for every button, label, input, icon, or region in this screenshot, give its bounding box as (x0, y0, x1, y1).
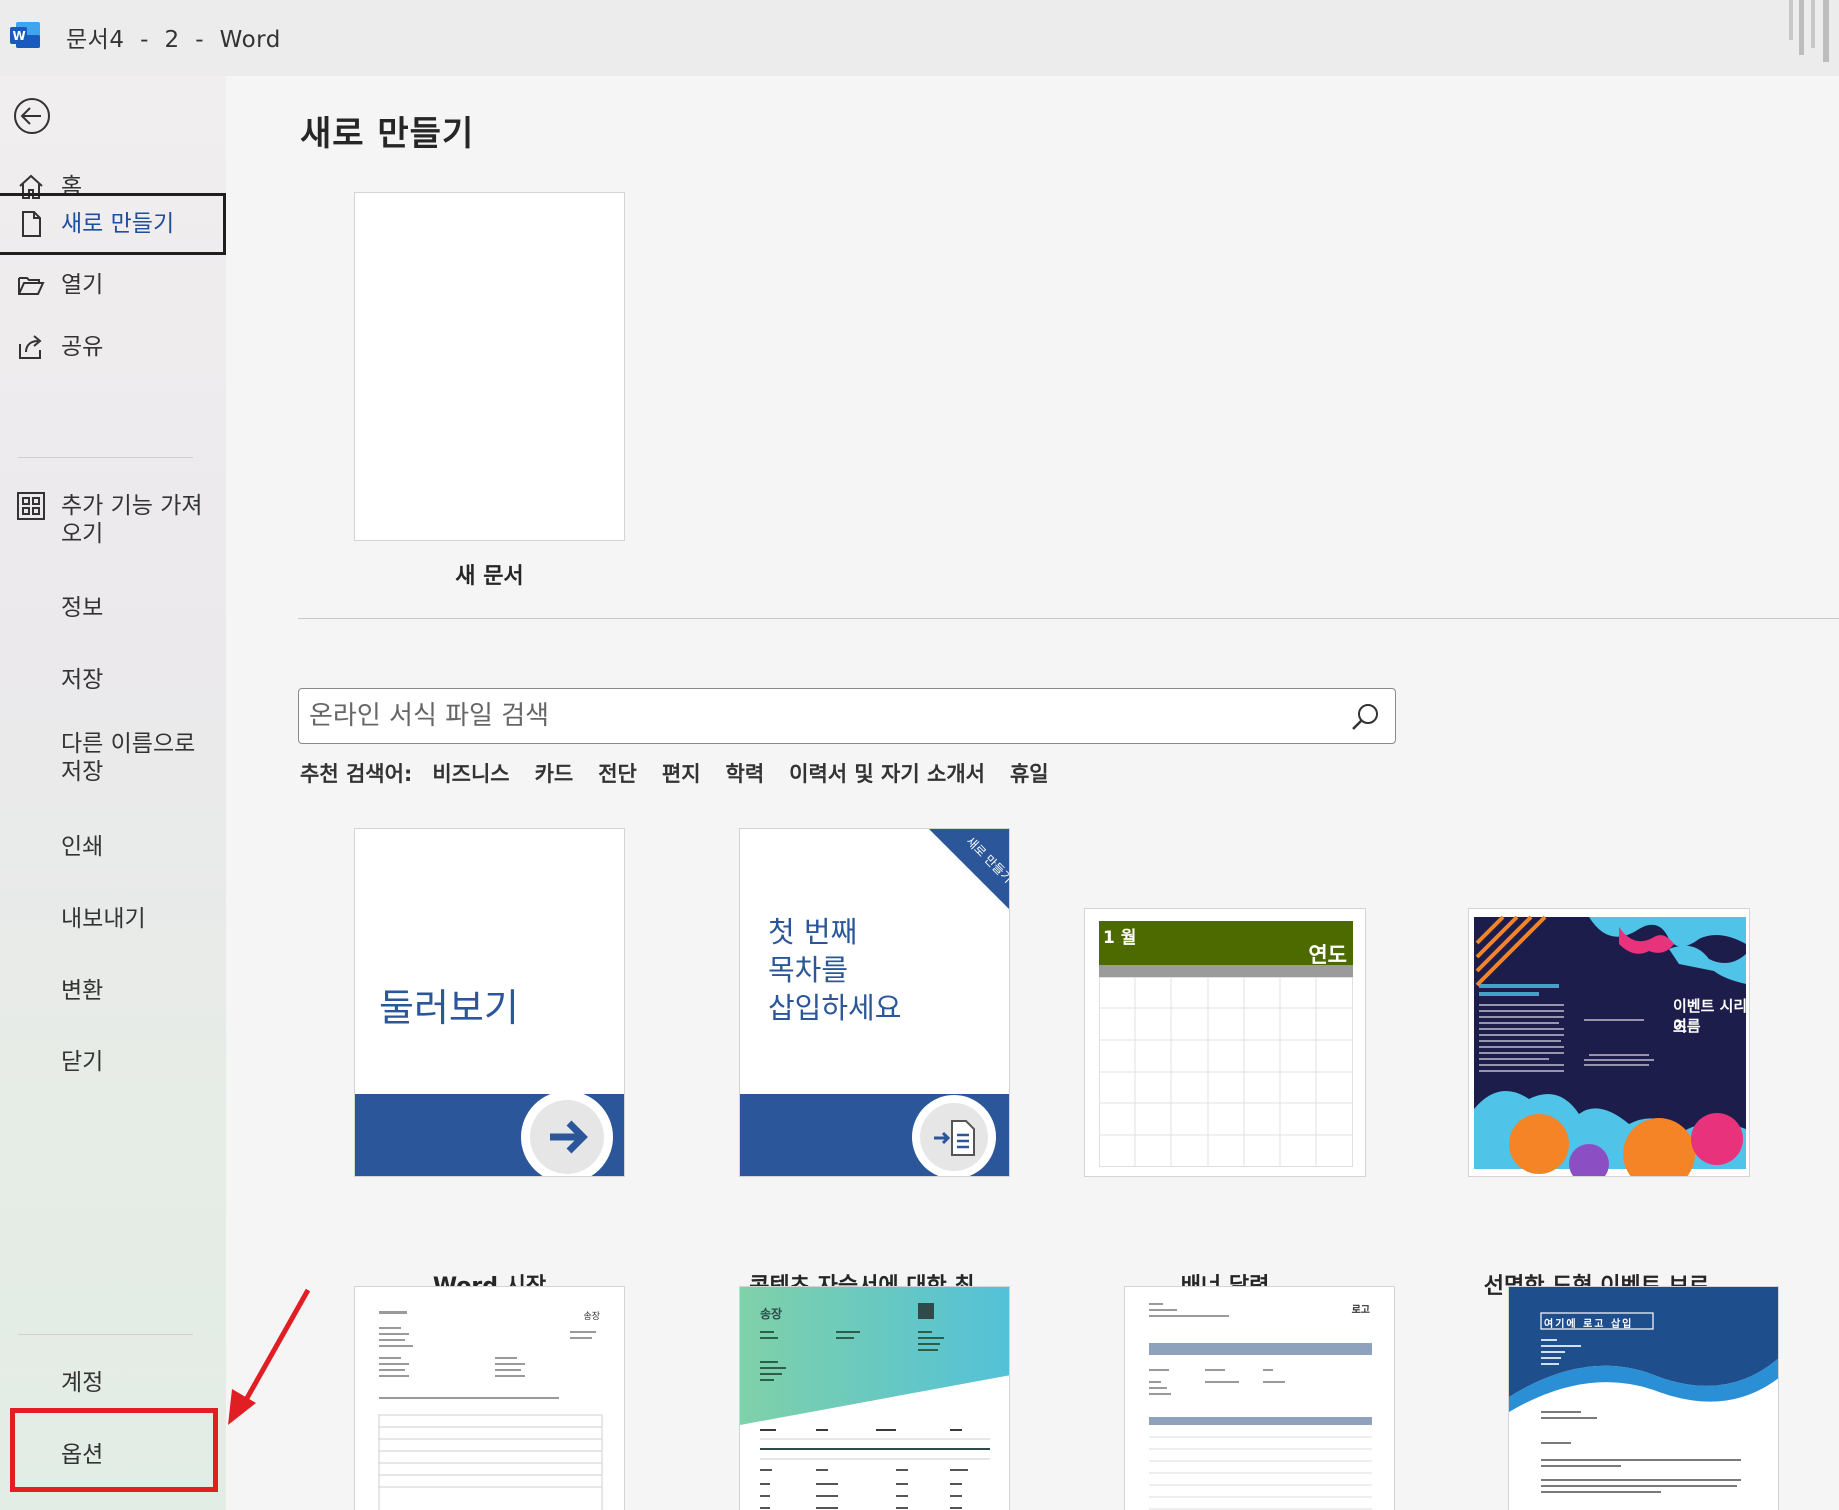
backstage-sidebar: 홈 새로 만들기 열기 공유 추가 기능 가져 오기 정보 저장 다른 이름으로… (0, 76, 226, 1510)
section-divider (298, 618, 1839, 619)
suggested-term-resumes[interactable]: 이력서 및 자기 소개서 (789, 758, 985, 788)
toc-thumb-line: 첫 번째 (768, 915, 858, 949)
template-brochure-thumbnail[interactable]: 이벤트 시리즈 이름 (1468, 908, 1750, 1177)
addins-grid-icon (17, 492, 45, 520)
sidebar-item-label: 추가 기능 가져 (61, 493, 203, 519)
sidebar-item-label: 공유 (61, 334, 104, 360)
template-search-input[interactable] (309, 697, 1329, 735)
sidebar-item-close[interactable]: 닫기 (0, 1037, 226, 1087)
sidebar-item-label: 새로 만들기 (61, 211, 175, 237)
sidebar-item-print[interactable]: 인쇄 (0, 822, 226, 872)
new-document-icon (22, 211, 41, 237)
sidebar-item-open[interactable]: 열기 (0, 260, 226, 310)
toc-thumb-line: 목차를 (768, 953, 849, 987)
sidebar-item-export[interactable]: 내보내기 (0, 894, 226, 944)
sidebar-item-label: 정보 (61, 595, 104, 621)
arrow-right-icon (521, 1091, 613, 1176)
template-letterhead-thumbnail[interactable]: 여기에 로고 삽입 (1508, 1286, 1779, 1510)
suggested-searches: 추천 검색어: 비즈니스 카드 전단 편지 학력 이력서 및 자기 소개서 휴일 (300, 756, 1074, 790)
window-title: 문서4 - 2 - Word (66, 27, 281, 53)
insert-toc-icon (912, 1095, 996, 1176)
sidebar-item-label: 변환 (61, 978, 104, 1004)
sidebar-item-info[interactable]: 정보 (0, 583, 226, 633)
svg-text:W: W (13, 29, 26, 43)
calendar-grid (1099, 977, 1353, 1167)
toc-thumb-line: 삽입하세요 (768, 991, 902, 1025)
suggested-term-business[interactable]: 비즈니스 (432, 758, 509, 788)
sidebar-item-label: 다른 이름으로 (61, 731, 196, 757)
template-welcome-thumbnail[interactable]: 둘러보기 (354, 828, 625, 1177)
red-annotation-arrow-icon (228, 1288, 311, 1425)
open-folder-icon (18, 277, 45, 295)
sidebar-item-label: 내보내기 (61, 906, 146, 932)
template-toc-thumbnail[interactable]: 새로 만들기 첫 번째 목차를 삽입하세요 (739, 828, 1010, 1177)
blank-document-label: 새 문서 (455, 564, 524, 589)
sidebar-divider (18, 457, 193, 458)
template-quote-thumbnail[interactable]: 로고 (1124, 1286, 1395, 1510)
share-icon (19, 335, 42, 359)
blank-document-thumbnail[interactable] (354, 192, 625, 541)
sidebar-item-share[interactable]: 공유 (0, 322, 226, 372)
template-search-box (298, 688, 1396, 744)
suggested-searches-label: 추천 검색어: (300, 762, 413, 786)
template-invoice-thumbnail[interactable]: 송장 (354, 1286, 625, 1510)
title-bar: W 문서4 - 2 - Word (0, 0, 1839, 76)
backstage-main: 새로 만들기 새 문서 추천 검색어: 비즈니스 카드 전단 편지 학력 이력서… (228, 76, 1839, 1510)
sidebar-item-save-as[interactable]: 다른 이름으로 저장 (0, 728, 226, 788)
quote-thumb-lines (1149, 1303, 1372, 1510)
suggested-term-flyers[interactable]: 전단 (598, 758, 637, 788)
sidebar-item-label: 인쇄 (61, 834, 104, 860)
template-invoice-green-thumbnail[interactable]: 송장 (739, 1286, 1010, 1510)
sidebar-item-label: 열기 (61, 272, 104, 298)
search-icon[interactable] (1349, 701, 1381, 733)
suggested-term-holidays[interactable]: 휴일 (1010, 758, 1049, 788)
brochure-event-subtitle: 이름 (1673, 1017, 1701, 1035)
sidebar-item-label-line2: 오기 (61, 521, 104, 547)
suggested-term-education[interactable]: 학력 (726, 758, 765, 788)
invoice-green-header: 송장 (760, 1307, 783, 1321)
sidebar-divider-bottom (18, 1334, 193, 1335)
suggested-term-cards[interactable]: 카드 (535, 758, 574, 788)
sidebar-item-label: 계정 (61, 1370, 104, 1396)
welcome-thumb-text: 둘러보기 (379, 986, 519, 1030)
sidebar-item-addins[interactable]: 추가 기능 가져 오기 (0, 488, 226, 548)
sidebar-item-account[interactable]: 계정 (0, 1358, 226, 1408)
calendar-month: 1 월 (1103, 928, 1137, 948)
sidebar-item-label: 저장 (61, 667, 104, 693)
suggested-term-letters[interactable]: 편지 (662, 758, 701, 788)
template-calendar-thumbnail[interactable]: 1 월 연도 (1084, 908, 1366, 1177)
toc-thumb-text: 첫 번째 목차를 삽입하세요 (768, 913, 901, 1027)
invoice-thumb-lines (378, 1311, 603, 1510)
brochure-artwork (1474, 915, 1746, 1176)
sidebar-item-label: 닫기 (61, 1049, 104, 1075)
letterhead-logo-text: 여기에 로고 삽입 (1544, 1319, 1634, 1330)
page-title: 새로 만들기 (300, 114, 475, 154)
back-arrow-icon[interactable] (12, 96, 52, 136)
calendar-weekday-bar (1099, 965, 1353, 977)
sidebar-item-new[interactable]: 새로 만들기 (0, 193, 226, 255)
sidebar-item-save[interactable]: 저장 (0, 655, 226, 705)
window-controls-icon[interactable] (1779, 0, 1839, 70)
options-highlight-box (10, 1408, 218, 1492)
sidebar-item-label-line2: 저장 (61, 759, 104, 785)
word-logo-icon: W (10, 22, 40, 48)
sidebar-item-transform[interactable]: 변환 (0, 966, 226, 1016)
